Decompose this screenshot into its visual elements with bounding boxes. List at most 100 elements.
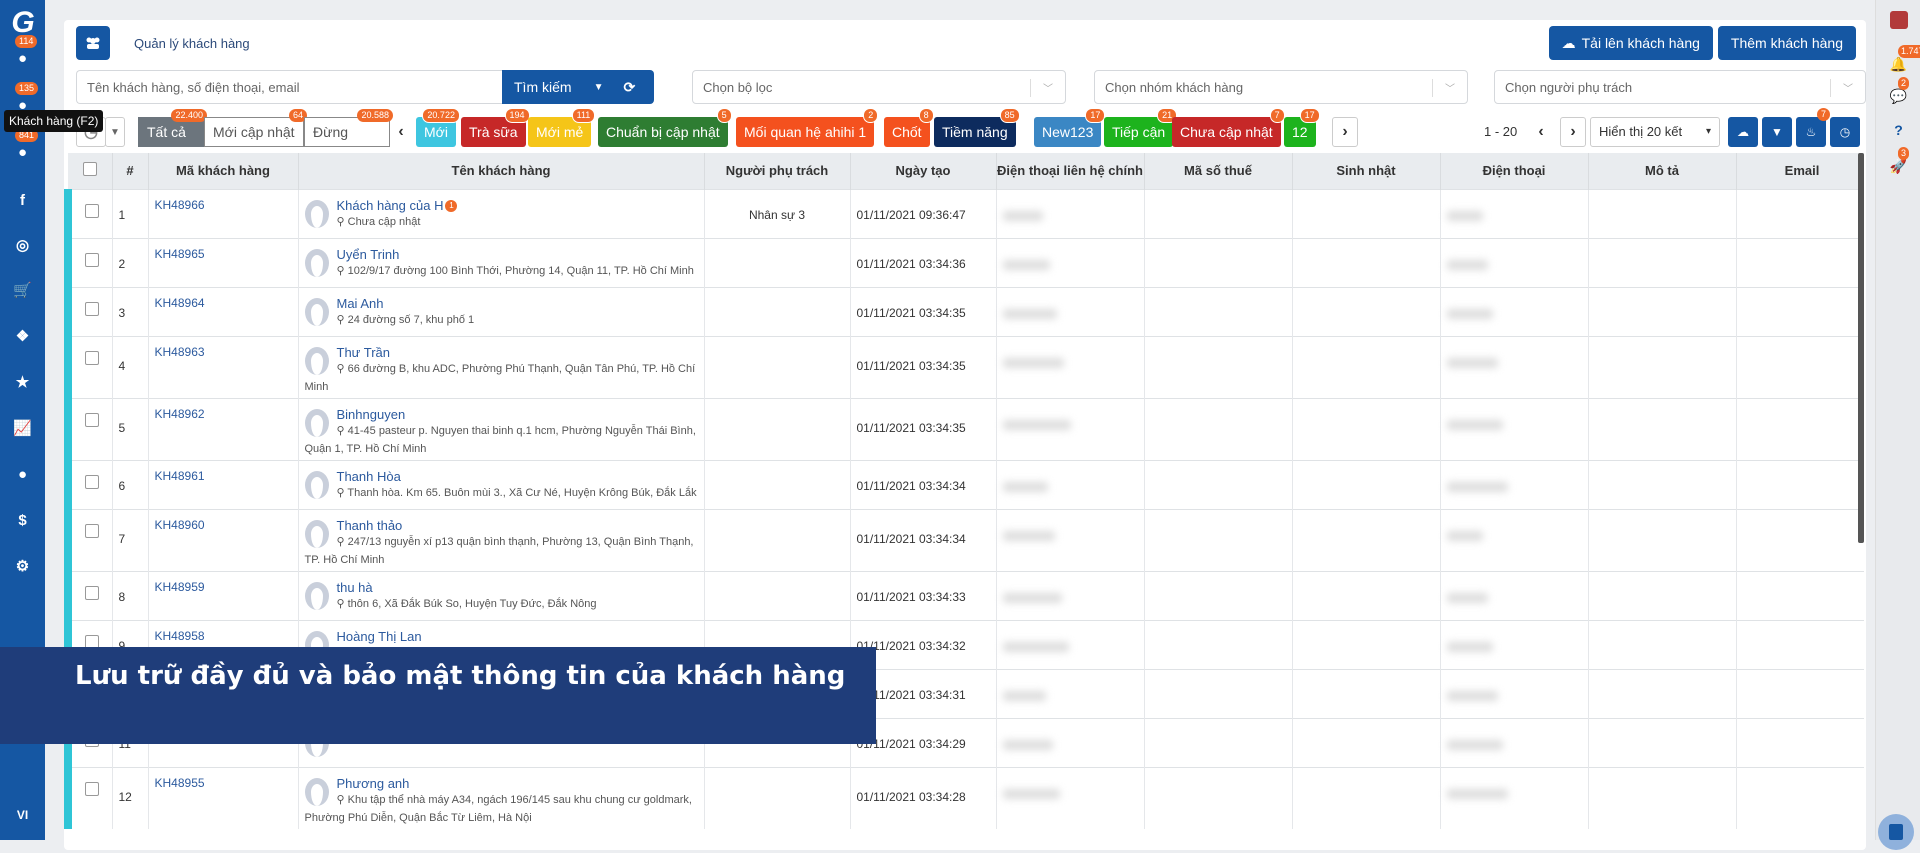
table-scrollbar[interactable] — [1858, 153, 1864, 543]
customer-code-link[interactable]: KH48959 — [155, 580, 205, 594]
column-header[interactable]: Mã số thuế — [1144, 153, 1293, 189]
page-size-select[interactable]: Hiển thị 20 kết ▾ — [1590, 117, 1720, 147]
search-button[interactable]: Tìm kiếm ▼ ⟳ — [502, 70, 654, 104]
column-header[interactable]: # — [112, 153, 149, 189]
rightbar-item-avatar[interactable] — [1876, 7, 1920, 33]
rightbar-item-chat[interactable]: 💬 2 — [1876, 77, 1920, 109]
upload-customers-button[interactable]: ☁ Tải lên khách hàng — [1548, 26, 1713, 60]
row-checkbox[interactable] — [84, 252, 99, 267]
customer-name-link[interactable]: Mai Anh — [337, 296, 384, 311]
page-next-button[interactable]: › — [1560, 117, 1586, 147]
download-button[interactable]: ☁ — [1728, 117, 1758, 147]
rightbar-item-help[interactable]: ? — [1876, 117, 1920, 143]
filter-select[interactable]: Chọn bộ lọc ﹀ — [692, 70, 1066, 104]
tag-filter[interactable]: Chốt 8 — [884, 108, 934, 147]
customer-name-link[interactable]: Thanh Hòa — [337, 469, 401, 484]
tag-filter[interactable]: Tiềm năng 85 — [934, 108, 1020, 147]
rightbar-item-rocket[interactable]: 🚀 3 — [1876, 147, 1920, 179]
row-checkbox[interactable] — [84, 781, 99, 796]
column-header[interactable]: Người phụ trách — [704, 153, 851, 189]
column-header[interactable]: Điện thoại — [1440, 153, 1589, 189]
tags-prev-button[interactable]: ‹ — [388, 117, 414, 147]
customer-name-link[interactable]: Thanh thảo — [337, 518, 403, 533]
table-row[interactable]: 3 KH48964 Mai Anh ⚲ 24 đường số 7, khu phố … — [64, 286, 1864, 336]
tag-filter[interactable]: Trà sữa 194 — [461, 108, 530, 147]
table-row[interactable]: 8 KH48959 thu hà ⚲ thôn 6, Xã Đắk Búk So, H… — [64, 570, 1864, 620]
sidebar-item-cubes[interactable]: ❖ — [0, 321, 45, 351]
customer-code-link[interactable]: KH48958 — [155, 629, 205, 643]
table-row[interactable]: 1 KH48966 Khách hàng của H 1 ⚲ Chưa cập nhật… — [64, 188, 1864, 238]
tag-filter[interactable]: 12 17 — [1284, 108, 1320, 147]
sidebar-item-star[interactable]: ★ — [0, 367, 45, 397]
customer-code-link[interactable]: KH48962 — [155, 407, 205, 421]
sidebar-item-user-tie[interactable]: ● — [0, 459, 45, 489]
column-header[interactable]: Sinh nhật — [1292, 153, 1441, 189]
customer-group-select[interactable]: Chọn nhóm khách hàng ﹀ — [1094, 70, 1468, 104]
sidebar-item-cart[interactable]: 🛒 — [0, 275, 45, 305]
sidebar-item-target[interactable]: ◎ — [0, 230, 45, 260]
table-row[interactable]: 5 KH48962 Binhnguyen ⚲ 41-45 pasteur p. Ngu… — [64, 397, 1864, 460]
tag-filter[interactable]: Mới 20.722 — [416, 108, 460, 147]
customer-name-link[interactable]: Khách hàng của H — [337, 198, 444, 213]
sidebar-item-user[interactable]: ● 114 — [0, 35, 45, 73]
row-checkbox[interactable] — [84, 412, 99, 427]
tag-filter[interactable]: New123 17 — [1034, 108, 1106, 147]
sidebar-item-facebook[interactable]: f — [0, 185, 45, 215]
customer-code-link[interactable]: KH48966 — [155, 198, 205, 212]
page-prev-button[interactable]: ‹ — [1528, 117, 1554, 147]
search-input[interactable] — [76, 70, 502, 104]
tag-filter[interactable]: Chuẩn bị cập nhật 5 — [598, 108, 732, 147]
row-checkbox[interactable] — [84, 350, 99, 365]
customer-name-link[interactable]: Thư Trần — [337, 345, 391, 360]
table-row[interactable]: 2 KH48965 Uyển Trinh ⚲ 102/9/17 đường 100 B… — [64, 237, 1864, 287]
row-checkbox[interactable] — [84, 203, 99, 218]
filter-button[interactable]: ▼ — [1762, 117, 1792, 147]
row-checkbox[interactable] — [84, 474, 99, 489]
customer-code-link[interactable]: KH48965 — [155, 247, 205, 261]
chat-fab-button[interactable] — [1878, 814, 1914, 850]
select-all-checkbox[interactable] — [82, 162, 97, 177]
column-header[interactable]: Điện thoại liên hệ chính — [996, 153, 1145, 189]
table-row[interactable]: 7 KH48960 Thanh thảo ⚲ 247/13 nguyễn xí p13… — [64, 508, 1864, 571]
columns-button[interactable]: ♨ 7 — [1796, 108, 1830, 147]
row-checkbox[interactable] — [84, 523, 99, 538]
caret-down-icon[interactable]: ▼ — [594, 82, 604, 93]
table-row[interactable]: 6 KH48961 Thanh Hòa ⚲ Thanh hòa. Km 65. Buô… — [64, 459, 1864, 509]
tag-filter[interactable]: Chưa cập nhật 7 — [1172, 108, 1285, 147]
tag-filter[interactable]: Mới mẻ 111 — [528, 108, 596, 147]
tags-next-button[interactable]: › — [1332, 117, 1358, 147]
column-header[interactable]: Tên khách hàng — [298, 153, 705, 189]
customer-code-link[interactable]: KH48964 — [155, 296, 205, 310]
refresh-icon[interactable]: ⟳ — [623, 79, 635, 96]
sidebar-item-customers[interactable]: ● 841 — [0, 129, 45, 167]
sidebar-item-chart-line[interactable]: 📈 — [0, 413, 45, 443]
column-header[interactable]: Ngày tạo — [850, 153, 997, 189]
column-header[interactable]: Mô tả — [1588, 153, 1737, 189]
sidebar-item-dollar[interactable]: $ — [0, 505, 45, 535]
customer-code-link[interactable]: KH48961 — [155, 469, 205, 483]
segment-1[interactable]: Mới cập nhật 64 — [204, 109, 307, 147]
customer-name-link[interactable]: Uyển Trinh — [337, 247, 400, 262]
add-customer-button[interactable]: Thêm khách hàng — [1717, 26, 1856, 60]
rightbar-item-bell[interactable]: 🔔1.747 — [1876, 45, 1920, 77]
owner-select[interactable]: Chọn người phụ trách ﹀ — [1494, 70, 1866, 104]
tag-filter[interactable]: Tiếp cận 21 — [1104, 108, 1178, 147]
customer-code-link[interactable]: KH48960 — [155, 518, 205, 532]
segment-0[interactable]: Tất cả 22.400 — [138, 109, 207, 147]
tag-filter[interactable]: Mối quan hệ ahihi 12 — [736, 108, 879, 147]
sidebar-item-gear[interactable]: ⚙ — [0, 551, 45, 581]
column-header[interactable]: Mã khách hàng — [148, 153, 299, 189]
history-button[interactable]: ◷ — [1830, 117, 1860, 147]
customer-name-link[interactable]: Binhnguyen — [337, 407, 406, 422]
row-checkbox[interactable] — [84, 301, 99, 316]
caret-down-icon[interactable]: ▼ — [105, 117, 125, 147]
language-switch[interactable]: VI — [0, 808, 45, 822]
customer-code-link[interactable]: KH48955 — [155, 776, 205, 790]
customer-name-link[interactable]: thu hà — [337, 580, 373, 595]
customer-name-link[interactable]: Phương anh — [337, 776, 410, 791]
customer-name-link[interactable]: Hoàng Thị Lan — [337, 629, 422, 644]
customer-code-link[interactable]: KH48963 — [155, 345, 205, 359]
table-row[interactable]: 4 KH48963 Thư Trần ⚲ 66 đường B, khu ADC, P… — [64, 335, 1864, 398]
column-header[interactable]: Email — [1736, 153, 1864, 189]
table-row[interactable]: 12 KH48955 Phương anh ⚲ Khu tập thể nhà máy… — [64, 766, 1864, 829]
